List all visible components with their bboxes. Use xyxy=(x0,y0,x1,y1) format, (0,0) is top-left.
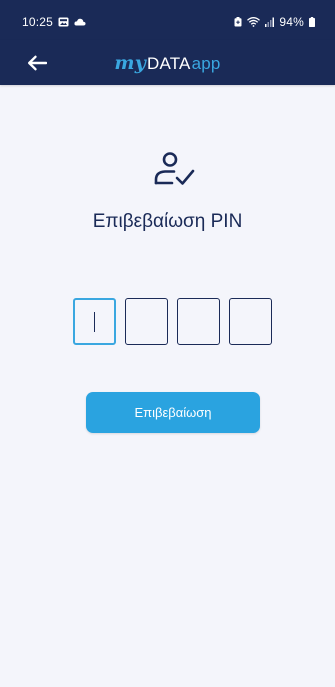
pin-digit-3[interactable] xyxy=(177,298,220,345)
wifi-icon xyxy=(247,17,261,27)
status-bar: 10:25 94% xyxy=(0,0,335,40)
logo-data: DATA xyxy=(146,53,191,73)
status-left: 10:25 xyxy=(22,15,86,29)
pin-input-group xyxy=(73,298,272,345)
status-right: 94% xyxy=(234,15,315,29)
battery-percent: 94% xyxy=(279,15,304,29)
pin-digit-1[interactable] xyxy=(73,298,116,345)
confirm-button-label: Επιβεβαίωση xyxy=(134,405,212,420)
app-logo: my DATA app xyxy=(114,52,220,74)
gallery-icon xyxy=(58,17,69,27)
pin-digit-2[interactable] xyxy=(125,298,168,345)
status-time: 10:25 xyxy=(22,15,54,29)
user-check-icon xyxy=(154,152,195,185)
signal-icon xyxy=(265,17,275,27)
logo-my: my xyxy=(114,51,146,74)
confirm-button[interactable]: Επιβεβαίωση xyxy=(86,392,260,433)
page-title: Επιβεβαίωση PIN xyxy=(92,211,243,232)
battery-icon xyxy=(309,17,315,27)
back-button[interactable] xyxy=(22,48,52,78)
text-cursor xyxy=(93,311,96,332)
logo-app: app xyxy=(191,53,221,73)
arrow-left-icon xyxy=(28,55,47,71)
pin-digit-4[interactable] xyxy=(229,298,272,345)
battery-saver-icon xyxy=(234,17,242,27)
cloud-icon xyxy=(74,18,86,26)
app-header: my DATA app xyxy=(0,40,335,85)
